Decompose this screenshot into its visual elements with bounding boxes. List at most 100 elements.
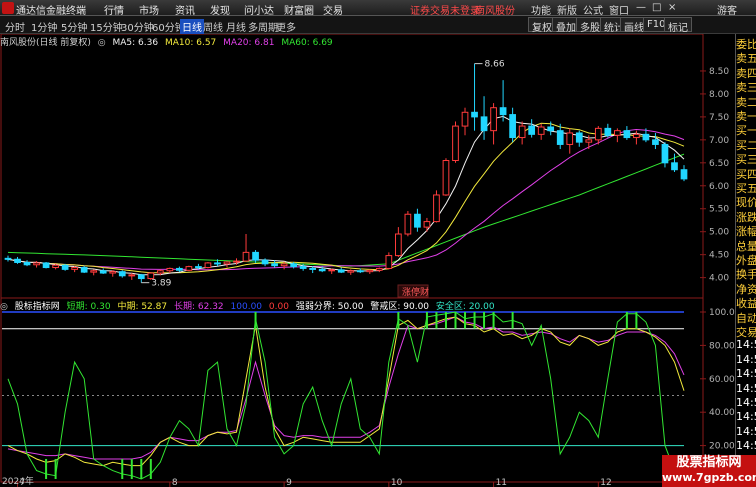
period-15min[interactable]: 15分钟: [90, 19, 123, 34]
kline-chart[interactable]: 8.50 8.00 7.50 7.00 6.50 6.00 5.50 5.00 4.50 4.00…: [0, 34, 735, 487]
candle-body: [356, 270, 364, 273]
price-tick-label: 4.00: [709, 274, 729, 284]
tool-function[interactable]: 功能: [531, 2, 551, 17]
ma10-line: [7, 122, 685, 274]
side-item: 14:5: [736, 338, 756, 352]
tool-window[interactable]: 窗口: [609, 2, 629, 17]
indicator-safe: 安全区: 20.00: [435, 302, 495, 312]
month-label: 10: [391, 478, 403, 487]
period-multi[interactable]: 多周期: [248, 19, 278, 34]
indicator-header: ◎ 股标指标网 短期: 0.30 中期: 52.87 长期: 62.32 100…: [0, 299, 499, 312]
side-item: 14:5: [736, 410, 756, 424]
candle-body: [166, 267, 174, 272]
period-intraday[interactable]: 分时: [5, 19, 25, 34]
indicator-long-line: [7, 316, 685, 460]
candle-body: [261, 259, 269, 265]
price-tick-label: 7.50: [709, 113, 729, 123]
oversold-signal-bar: [121, 458, 124, 479]
menu-news[interactable]: 资讯: [175, 2, 195, 17]
price-tick-label: 6.00: [709, 182, 729, 192]
guest-label[interactable]: 游客: [717, 2, 737, 17]
candle-body: [385, 255, 393, 269]
candle-body: [490, 107, 497, 132]
indicator-mid: 中期: 52.87: [117, 302, 168, 312]
candle-body: [223, 261, 231, 265]
month-label: 9: [286, 478, 292, 487]
period-more[interactable]: 更多: [276, 19, 296, 34]
candle-body: [633, 133, 640, 139]
side-item: 14:5: [736, 396, 756, 409]
candle-body: [461, 111, 469, 127]
menu-ask[interactable]: 问小达: [244, 2, 274, 17]
price-tick-label: 5.50: [709, 205, 729, 215]
candle-body: [652, 139, 659, 145]
indicator-tick-label: 60.00: [709, 375, 735, 385]
close-icon[interactable]: ×: [668, 2, 676, 13]
price-tick-label: 4.50: [709, 251, 729, 261]
maximize-icon[interactable]: □: [652, 2, 661, 13]
minimize-icon[interactable]: —: [636, 2, 646, 13]
candle-body: [566, 132, 574, 145]
app-title: 通达信金融终端: [16, 6, 86, 17]
menu-wealth[interactable]: 财富圈: [284, 2, 314, 17]
indicator-extra1: 100.00: [230, 302, 263, 312]
candle-body: [661, 143, 669, 164]
candle-body: [271, 263, 278, 267]
low-price-label: 3.89: [151, 279, 171, 289]
candle-body: [185, 266, 193, 271]
candle-body: [414, 213, 421, 228]
toolbar-mark[interactable]: 标记: [664, 17, 692, 34]
menu-trade[interactable]: 交易: [323, 2, 343, 17]
oversold-signal-bar: [54, 458, 57, 479]
tool-new-version[interactable]: 新版: [557, 2, 577, 17]
stock-link[interactable]: 南风股份: [475, 2, 515, 17]
candle-body: [128, 274, 136, 277]
indicator-warn: 警戒区: 90.00: [370, 302, 430, 312]
candle-body: [252, 251, 259, 261]
indicator-extra2: 0.00: [268, 302, 289, 312]
menu-market-quotes[interactable]: 行情: [104, 2, 124, 17]
overbought-signal-bar: [435, 312, 438, 329]
period-30min[interactable]: 30分钟: [121, 19, 154, 34]
period-daily[interactable]: 日线: [180, 19, 204, 34]
month-label: 8: [172, 478, 178, 487]
candle-body: [90, 270, 98, 273]
candle-body: [242, 251, 250, 262]
candle-body: [452, 125, 459, 162]
price-tick-label: 6.50: [709, 159, 729, 169]
oversold-signal-bar: [130, 458, 133, 479]
candle-body: [299, 266, 307, 269]
menu-discover[interactable]: 发现: [210, 2, 230, 17]
period-monthly[interactable]: 月线: [226, 19, 246, 34]
ma60-value: MA60: 6.69: [281, 38, 333, 48]
tool-formula[interactable]: 公式: [583, 2, 603, 17]
period-5min[interactable]: 5分钟: [61, 19, 87, 34]
indicator-name: 股标指标网: [14, 302, 60, 312]
candle-body: [604, 127, 612, 136]
price-tick-label: 8.50: [709, 67, 729, 77]
menu-market[interactable]: 市场: [139, 2, 159, 17]
indicator-long: 长期: 62.32: [173, 302, 224, 312]
oversold-signal-bar: [140, 458, 143, 479]
ma20-line: [7, 128, 685, 271]
indicator-short: 短期: 0.30: [66, 302, 111, 312]
candle-body: [33, 262, 40, 266]
login-notice[interactable]: 证券交易未登录: [410, 2, 480, 17]
badge-label: 涨停财: [402, 286, 429, 298]
candle-body: [23, 261, 31, 266]
candle-body: [366, 269, 374, 273]
period-1min[interactable]: 1分钟: [31, 19, 57, 34]
candle-body: [214, 262, 221, 265]
candle-body: [528, 125, 536, 135]
candle-body: [42, 262, 50, 269]
month-label: 11: [496, 478, 507, 487]
oversold-signal-bar: [149, 458, 152, 479]
indicator-tick-label: 20.00: [709, 442, 735, 452]
indicator-tick-label: 80.00: [709, 341, 735, 351]
candle-body: [195, 266, 202, 269]
ma10-value: MA10: 6.57: [164, 38, 217, 48]
candle-body: [623, 130, 631, 139]
ma-info-line: 南风股份(日线 前复权) ◎ MA5: 6.36 MA10: 6.57 MA20…: [0, 35, 337, 48]
candle-body: [233, 260, 240, 263]
period-weekly[interactable]: 周线: [203, 19, 223, 34]
